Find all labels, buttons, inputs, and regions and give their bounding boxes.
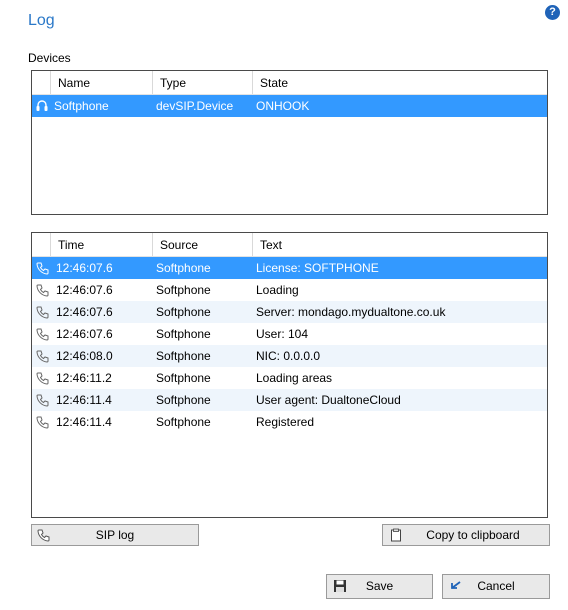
log-row[interactable]: 12:46:11.4 Softphone Registered	[32, 411, 547, 433]
log-row[interactable]: 12:46:11.4 Softphone User agent: DualtoneC…	[32, 389, 547, 411]
log-source: Softphone	[156, 415, 211, 429]
log-time: 12:46:08.0	[56, 349, 113, 363]
log-source: Softphone	[156, 327, 211, 341]
log-time: 12:46:07.6	[56, 327, 113, 341]
column-text[interactable]: Text	[252, 233, 549, 256]
log-source: Softphone	[156, 393, 211, 407]
log-source: Softphone	[156, 283, 211, 297]
log-time: 12:46:11.2	[56, 371, 112, 385]
log-row[interactable]: 12:46:07.6 Softphone Server: mondago.mydua…	[32, 301, 547, 323]
device-state: ONHOOK	[256, 99, 310, 113]
column-name[interactable]: Name	[50, 71, 152, 94]
log-text: Server: mondago.mydualtone.co.uk	[256, 305, 446, 319]
log-source: Softphone	[156, 371, 211, 385]
log-text: User agent: DualtoneCloud	[256, 393, 401, 407]
log-time: 12:46:11.4	[56, 393, 112, 407]
cancel-button[interactable]: Cancel	[442, 574, 550, 599]
phone-log-icon	[36, 394, 49, 407]
clipboard-icon	[391, 528, 401, 542]
headset-icon	[36, 100, 48, 111]
device-name: Softphone	[54, 99, 109, 113]
sip-log-label: SIP log	[95, 528, 135, 542]
copy-to-clipboard-button[interactable]: Copy to clipboard	[382, 524, 550, 546]
log-row[interactable]: 12:46:08.0 Softphone NIC: 0.0.0.0	[32, 345, 547, 367]
undo-arrow-icon	[451, 581, 461, 589]
log-row[interactable]: 12:46:07.6 Softphone User: 104	[32, 323, 547, 345]
help-icon[interactable]: ?	[545, 5, 560, 20]
phone-log-icon	[36, 416, 49, 429]
save-button[interactable]: Save	[326, 574, 433, 599]
log-text: Loading areas	[256, 371, 333, 385]
phone-log-icon	[36, 350, 49, 363]
log-rows: 12:46:07.6 Softphone License: SOFTPHONE 12:…	[32, 257, 547, 433]
column-source[interactable]: Source	[152, 233, 252, 256]
log-text: NIC: 0.0.0.0	[256, 349, 321, 363]
log-source: Softphone	[156, 349, 211, 363]
phone-log-icon	[36, 328, 49, 341]
log-source: Softphone	[156, 305, 211, 319]
log-row[interactable]: 12:46:07.6 Softphone License: SOFTPHONE	[32, 257, 547, 279]
sip-log-button[interactable]: SIP log	[31, 524, 199, 546]
log-time: 12:46:07.6	[56, 261, 113, 275]
save-label: Save	[365, 579, 394, 593]
phone-log-icon	[36, 372, 49, 385]
devices-table: Name Type State Softphone devSIP.Device …	[31, 70, 548, 215]
copy-label: Copy to clipboard	[426, 528, 520, 542]
cancel-label: Cancel	[477, 579, 515, 593]
log-time: 12:46:11.4	[56, 415, 112, 429]
column-type[interactable]: Type	[152, 71, 252, 94]
log-row[interactable]: 12:46:11.2 Softphone Loading areas	[32, 367, 547, 389]
column-state[interactable]: State	[252, 71, 549, 94]
log-time: 12:46:07.6	[56, 305, 113, 319]
log-text: License: SOFTPHONE	[256, 261, 379, 275]
log-text: Registered	[256, 415, 315, 429]
device-row[interactable]: Softphone devSIP.Device ONHOOK	[32, 95, 547, 117]
log-table: Time Source Text 12:46:07.6 Softphone Lice…	[31, 232, 548, 518]
log-text: User: 104	[256, 327, 309, 341]
window-title: Log	[28, 12, 55, 29]
devices-label: Devices	[28, 51, 71, 65]
log-text: Loading	[256, 283, 299, 297]
devices-header: Name Type State	[32, 71, 547, 95]
phone-log-icon	[37, 529, 50, 542]
phone-log-icon	[36, 284, 49, 297]
log-header: Time Source Text	[32, 233, 547, 257]
save-icon	[334, 580, 346, 592]
log-source: Softphone	[156, 261, 211, 275]
column-time[interactable]: Time	[50, 233, 152, 256]
phone-log-icon	[36, 262, 49, 275]
device-type: devSIP.Device	[156, 99, 234, 113]
log-time: 12:46:07.6	[56, 283, 113, 297]
phone-log-icon	[36, 306, 49, 319]
log-row[interactable]: 12:46:07.6 Softphone Loading	[32, 279, 547, 301]
